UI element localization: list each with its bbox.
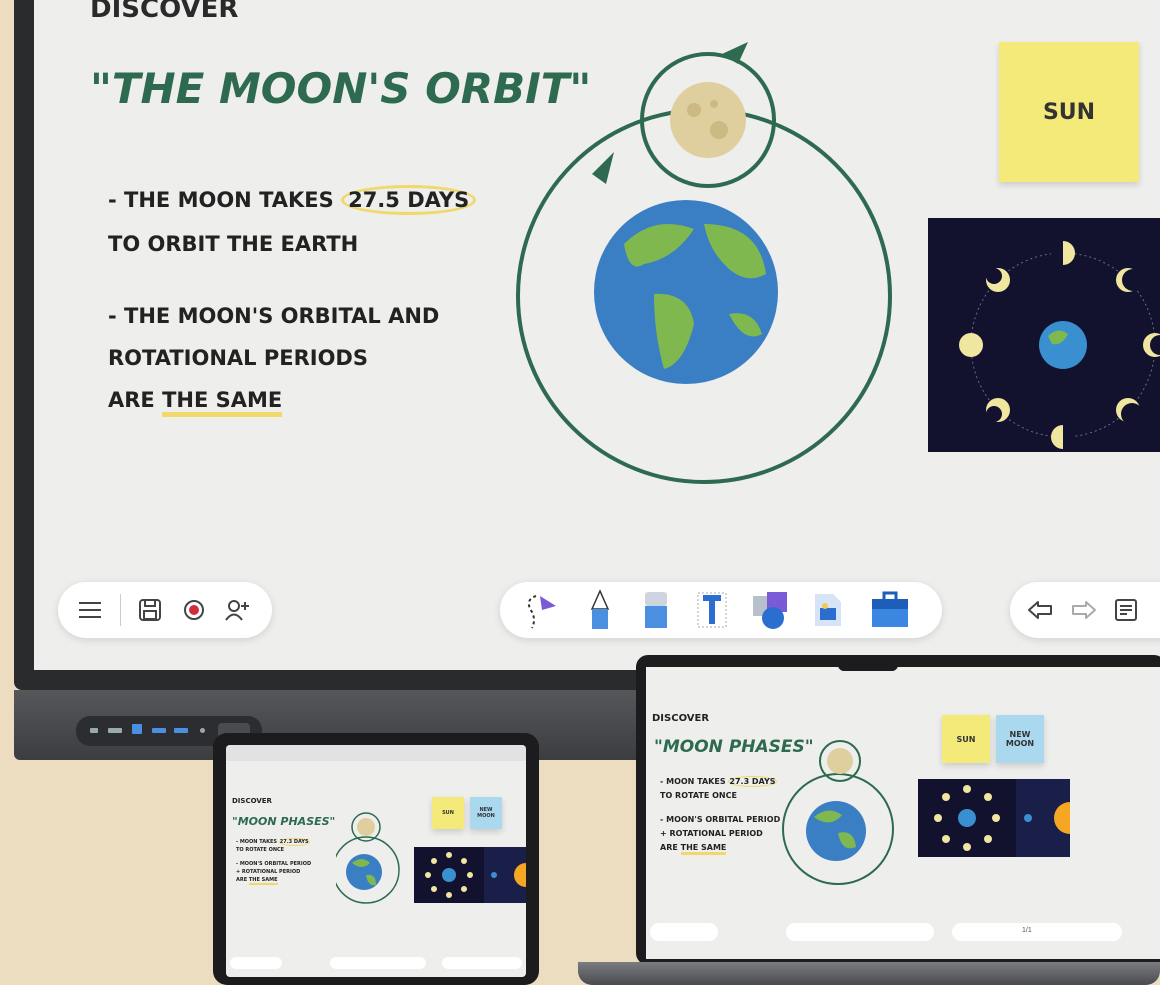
record-icon[interactable] — [178, 594, 210, 626]
moon-phases-image — [414, 847, 526, 903]
bullet-2-line-3: are the same — [236, 877, 278, 885]
moon-icon — [670, 82, 746, 158]
bullet-2-line-3: are the same — [108, 382, 283, 418]
orbit-diagram — [336, 812, 400, 904]
bullet-1-line-2: to orbit the Earth — [108, 232, 359, 256]
bullet-2-line-1: - Moon's orbital period — [236, 861, 312, 867]
earth-icon — [594, 200, 778, 384]
right-toolbar — [1010, 582, 1160, 638]
underline-highlight: the same — [162, 388, 283, 417]
tablet-toolbar — [230, 957, 522, 971]
menu-icon[interactable] — [74, 594, 106, 626]
eraser-tool[interactable] — [636, 588, 676, 632]
laptop-canvas[interactable]: Discover "Moon phases" - Moon takes 27.3… — [646, 667, 1160, 959]
sticky-note-sun[interactable]: Sun — [942, 715, 990, 763]
bullet-2-line-2: rotational periods — [108, 346, 368, 370]
toolbox-tool[interactable] — [866, 588, 914, 632]
orbit-diagram — [782, 740, 894, 885]
tablet-canvas[interactable]: Discover "Moon phases" - Moon takes 27.3… — [226, 745, 526, 977]
bullet-2-line-2: + rotational period — [660, 829, 763, 838]
earth-icon — [1039, 321, 1087, 369]
canvas-title: "Moon phases" — [232, 815, 336, 828]
highlight-circle: 27.5 days — [341, 185, 477, 215]
canvas-heading: Discover — [652, 713, 710, 724]
sticky-note-label: Sun — [1042, 99, 1096, 125]
lasso-select-tool[interactable] — [520, 590, 560, 630]
toolbar-divider — [120, 594, 121, 626]
rotation-arrow — [722, 42, 748, 64]
bullet-1-line-2: to rotate once — [236, 847, 285, 853]
whiteboard-canvas[interactable]: Discover "The Moon's orbit" - The Moon t… — [34, 0, 1160, 670]
sticky-note-new-moon[interactable]: New Moon — [470, 797, 502, 829]
bullet-2-line-3: are the same — [660, 843, 727, 855]
redo-icon[interactable] — [1068, 594, 1100, 626]
text-tool[interactable] — [692, 588, 732, 632]
bullet-1-line-1: - Moon takes 27.3 days — [660, 776, 777, 787]
sticky-note-new-moon[interactable]: New Moon — [996, 715, 1044, 763]
orbit-arrow — [592, 152, 614, 184]
shapes-tool[interactable] — [750, 588, 790, 632]
moon-phases-image — [918, 779, 1070, 857]
laptop-toolbar: 1/1 — [646, 923, 1160, 943]
bullet-1-line-1: - Moon takes 27.3 days — [236, 838, 310, 846]
add-user-icon[interactable] — [222, 594, 254, 626]
moon-phases-image[interactable] — [928, 218, 1160, 452]
pen-tool[interactable] — [580, 588, 620, 632]
orbit-diagram[interactable] — [504, 24, 894, 504]
image-tool[interactable] — [808, 588, 848, 632]
canvas-heading: Discover — [232, 797, 272, 805]
settings-panel-icon[interactable] — [1110, 594, 1142, 626]
bullet-2-line-2: + rotational period — [236, 869, 301, 875]
undo-icon[interactable] — [1024, 594, 1056, 626]
sticky-note-sun[interactable]: Sun — [432, 797, 464, 829]
center-toolbar — [500, 582, 942, 638]
browser-bar — [226, 745, 526, 761]
left-toolbar — [58, 582, 272, 638]
bullet-1-line-1: - The Moon takes 27.5 days — [108, 182, 477, 218]
bullet-2-line-1: - The Moon's orbital and — [108, 304, 440, 328]
save-icon[interactable] — [134, 594, 166, 626]
laptop-base — [578, 962, 1160, 985]
sticky-note-sun[interactable]: Sun — [999, 42, 1139, 182]
canvas-heading: Discover — [90, 0, 239, 24]
page-indicator: 1/1 — [1022, 927, 1032, 934]
bullet-2-line-1: - Moon's orbital period — [660, 815, 781, 824]
bullet-1-line-2: to rotate once — [660, 791, 737, 800]
camera-notch — [838, 661, 898, 671]
